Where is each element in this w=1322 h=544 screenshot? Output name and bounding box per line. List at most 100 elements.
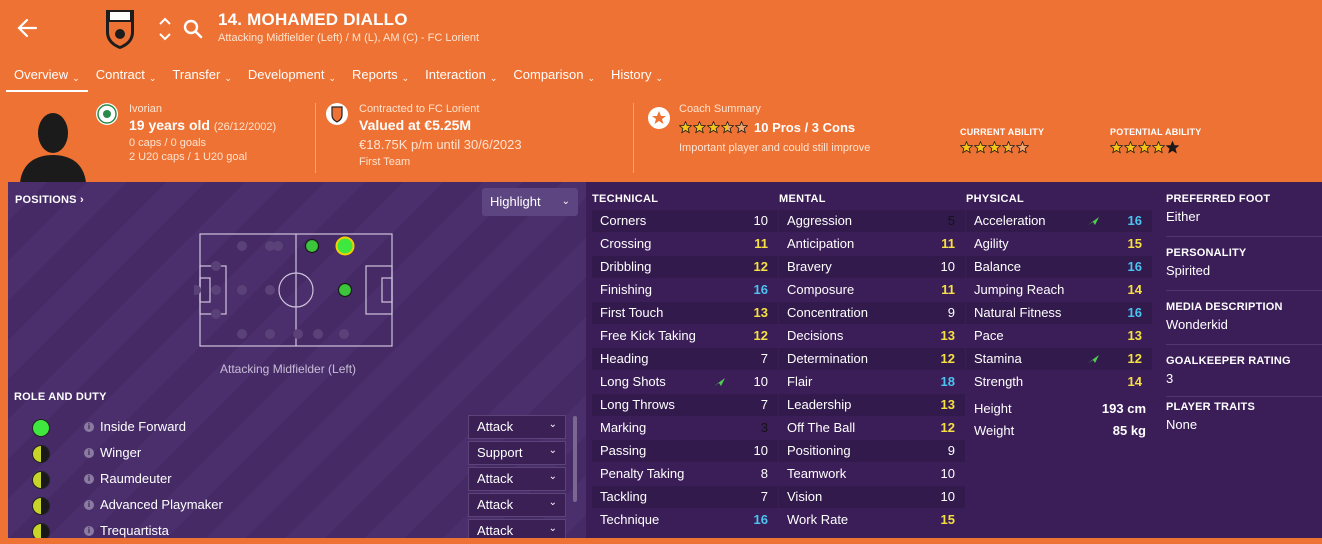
attribute-row[interactable]: Crossing 11 (592, 233, 778, 255)
roles-scrollbar[interactable] (573, 416, 577, 502)
caps: 0 caps / 0 goals (129, 137, 207, 149)
info-icon[interactable]: i (84, 448, 94, 458)
attribute-row[interactable]: Anticipation 11 (779, 233, 965, 255)
attribute-row[interactable]: Aggression 5 (779, 210, 965, 232)
duty-select[interactable]: Support ⌄ (468, 441, 566, 465)
tab-label: Comparison (513, 67, 584, 82)
rating-star-icon (679, 121, 692, 134)
rating-star-icon (1002, 140, 1015, 154)
duty-value: Support (477, 445, 523, 460)
position-caption: Attacking Midfielder (Left) (220, 362, 357, 376)
role-row[interactable]: i Advanced Playmaker Attack ⌄ (22, 493, 582, 519)
duty-select[interactable]: Attack ⌄ (468, 493, 566, 517)
attribute-row[interactable]: First Touch 13 (592, 302, 778, 324)
tab-history[interactable]: History ⌄ (603, 66, 671, 92)
attribute-row[interactable]: Stamina 12 (966, 348, 1152, 370)
chevron-down-icon: ⌄ (489, 73, 498, 83)
attribute-row[interactable]: Heading 7 (592, 348, 778, 370)
role-row[interactable]: i Trequartista Attack ⌄ (22, 519, 582, 538)
preferred-foot: PREFERRED FOOT Either (1166, 193, 1270, 224)
attribute-row[interactable]: Strength 14 (966, 371, 1152, 393)
role-rating-full-icon (32, 419, 50, 437)
tab-development[interactable]: Development ⌄ (240, 66, 344, 92)
duty-select[interactable]: Attack ⌄ (468, 519, 566, 538)
duty-select[interactable]: Attack ⌄ (468, 415, 566, 439)
attribute-row[interactable]: Natural Fitness 16 (966, 302, 1152, 324)
attribute-value: 14 (1127, 282, 1142, 297)
attribute-row[interactable]: Teamwork 10 (779, 463, 965, 485)
tab-contract[interactable]: Contract ⌄ (88, 66, 165, 92)
tab-label: Development (247, 67, 325, 82)
attribute-row[interactable]: Long Throws 7 (592, 394, 778, 416)
trend-up-arrow-icon (714, 378, 725, 386)
tab-reports[interactable]: Reports ⌄ (344, 66, 417, 92)
current-ability-block: CURRENT ABILITY (960, 127, 1044, 155)
position-dot-ml (304, 238, 320, 254)
highlight-dropdown[interactable]: Highlight ⌄ (482, 188, 578, 216)
role-name: Inside Forward (100, 419, 186, 434)
attribute-row[interactable]: Marking 3 (592, 417, 778, 439)
attribute-row[interactable]: Finishing 16 (592, 279, 778, 301)
attribute-row[interactable]: Off The Ball 12 (779, 417, 965, 439)
attribute-row[interactable]: Pace 13 (966, 325, 1152, 347)
attribute-row[interactable]: Concentration 9 (779, 302, 965, 324)
attribute-row[interactable]: Acceleration 16 (966, 210, 1152, 232)
attribute-row[interactable]: Composure 11 (779, 279, 965, 301)
attribute-value: 10 (753, 443, 768, 458)
attribute-row[interactable]: Jumping Reach 14 (966, 279, 1152, 301)
height-label: Height (974, 401, 1012, 416)
attribute-row[interactable]: Long Shots 10 (592, 371, 778, 393)
tab-interaction[interactable]: Interaction ⌄ (417, 66, 505, 92)
attribute-row[interactable]: Leadership 13 (779, 394, 965, 416)
role-row[interactable]: i Inside Forward Attack ⌄ (22, 415, 582, 441)
attribute-row[interactable]: Penalty Taking 8 (592, 463, 778, 485)
search-icon[interactable] (182, 18, 204, 40)
preferred-foot-value: Either (1166, 209, 1200, 224)
role-row[interactable]: i Winger Support ⌄ (22, 441, 582, 467)
attribute-row[interactable]: Bravery 10 (779, 256, 965, 278)
attribute-row[interactable]: Free Kick Taking 12 (592, 325, 778, 347)
attribute-name: Decisions (787, 328, 844, 343)
positions-title[interactable]: POSITIONS › (15, 194, 84, 206)
attribute-row[interactable]: Determination 12 (779, 348, 965, 370)
role-rating-half-icon (32, 497, 50, 515)
up-down-arrows-icon[interactable] (158, 16, 172, 42)
info-icon[interactable]: i (84, 474, 94, 484)
back-arrow-icon[interactable] (14, 14, 42, 42)
info-divider (633, 103, 634, 173)
tab-comparison[interactable]: Comparison ⌄ (505, 66, 603, 92)
duty-select[interactable]: Attack ⌄ (468, 467, 566, 491)
attribute-row[interactable]: Technique 16 (592, 509, 778, 531)
role-name: Advanced Playmaker (100, 497, 223, 512)
attribute-row[interactable]: Agility 15 (966, 233, 1152, 255)
tab-overview[interactable]: Overview ⌄ (6, 66, 88, 92)
info-icon[interactable]: i (84, 500, 94, 510)
info-icon[interactable]: i (84, 422, 94, 432)
attribute-row[interactable]: Corners 10 (592, 210, 778, 232)
star-icon (652, 111, 666, 124)
info-icon[interactable]: i (84, 526, 94, 536)
positions-title-text: POSITIONS (15, 194, 77, 206)
pros-cons[interactable]: 10 Pros / 3 Cons (754, 120, 855, 135)
role-row[interactable]: i Raumdeuter Attack ⌄ (22, 467, 582, 493)
attribute-row[interactable]: Positioning 9 (779, 440, 965, 462)
attribute-name: Anticipation (787, 236, 855, 251)
attribute-name: Corners (600, 213, 647, 228)
attribute-name: Heading (600, 351, 649, 366)
attribute-row[interactable]: Decisions 13 (779, 325, 965, 347)
coach-summary-block: Coach Summary 10 Pros / 3 Cons Important… (679, 103, 870, 154)
player-traits: PLAYER TRAITS None (1166, 401, 1255, 432)
chevron-down-icon: ⌄ (148, 73, 157, 83)
attribute-row[interactable]: Dribbling 12 (592, 256, 778, 278)
attribute-row[interactable]: Vision 10 (779, 486, 965, 508)
attribute-row[interactable]: Work Rate 15 (779, 509, 965, 531)
attribute-value: 10 (753, 374, 768, 389)
tab-transfer[interactable]: Transfer ⌄ (164, 66, 239, 92)
attribute-row[interactable]: Flair 18 (779, 371, 965, 393)
attribute-row[interactable]: Passing 10 (592, 440, 778, 462)
attribute-value: 10 (940, 466, 955, 481)
attribute-row[interactable]: Balance 16 (966, 256, 1152, 278)
attribute-name: Jumping Reach (974, 282, 1065, 297)
personality-label: PERSONALITY (1166, 247, 1247, 259)
attribute-row[interactable]: Tackling 7 (592, 486, 778, 508)
